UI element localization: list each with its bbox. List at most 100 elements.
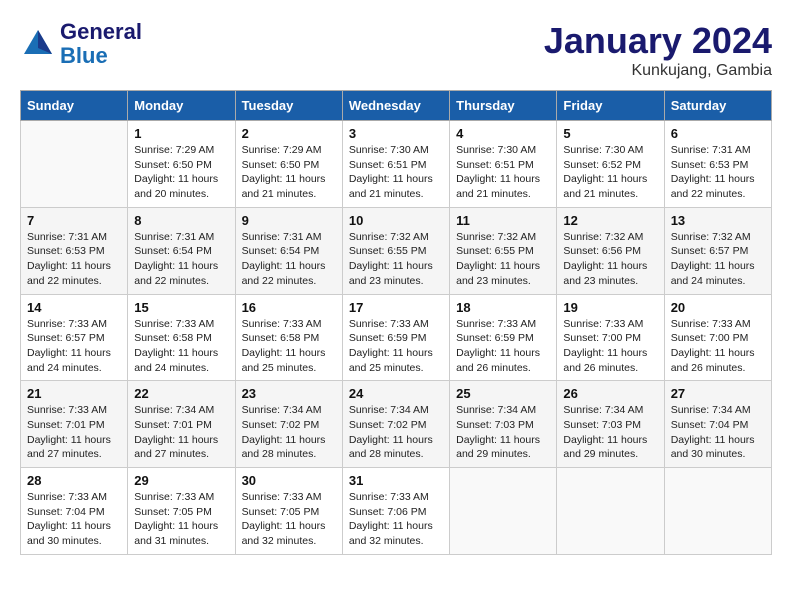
day-info: Sunrise: 7:30 AM Sunset: 6:52 PM Dayligh… [563,143,657,202]
calendar-cell: 4 Sunrise: 7:30 AM Sunset: 6:51 PM Daylig… [450,121,557,208]
day-number: 15 [134,300,228,315]
day-number: 12 [563,213,657,228]
day-info: Sunrise: 7:34 AM Sunset: 7:01 PM Dayligh… [134,403,228,462]
day-number: 30 [242,473,336,488]
calendar-cell: 18Sunrise: 7:33 AM Sunset: 6:59 PM Dayli… [450,294,557,381]
day-info: Sunrise: 7:33 AM Sunset: 6:58 PM Dayligh… [134,317,228,376]
day-info: Sunrise: 7:32 AM Sunset: 6:55 PM Dayligh… [349,230,443,289]
calendar-cell: 28Sunrise: 7:33 AM Sunset: 7:04 PM Dayli… [21,468,128,555]
logo-icon [20,26,56,62]
day-number: 21 [27,386,121,401]
day-number: 1 [134,126,228,141]
day-info: Sunrise: 7:34 AM Sunset: 7:04 PM Dayligh… [671,403,765,462]
calendar-cell: 31Sunrise: 7:33 AM Sunset: 7:06 PM Dayli… [342,468,449,555]
month-title: January 2024 [544,20,772,62]
day-number: 4 [456,126,550,141]
day-number: 23 [242,386,336,401]
calendar-cell: 3 Sunrise: 7:30 AM Sunset: 6:51 PM Daylig… [342,121,449,208]
weekday-header-tuesday: Tuesday [235,91,342,121]
calendar-cell [450,468,557,555]
weekday-header-wednesday: Wednesday [342,91,449,121]
day-number: 18 [456,300,550,315]
week-row-4: 21 Sunrise: 7:33 AM Sunset: 7:01 PM Dayli… [21,381,772,468]
weekday-header-saturday: Saturday [664,91,771,121]
calendar-table: SundayMondayTuesdayWednesdayThursdayFrid… [20,90,772,555]
day-info: Sunrise: 7:31 AM Sunset: 6:54 PM Dayligh… [242,230,336,289]
day-info: Sunrise: 7:33 AM Sunset: 7:00 PM Dayligh… [563,317,657,376]
day-info: Sunrise: 7:33 AM Sunset: 6:58 PM Dayligh… [242,317,336,376]
day-number: 3 [349,126,443,141]
calendar-cell: 8 Sunrise: 7:31 AM Sunset: 6:54 PM Daylig… [128,207,235,294]
logo-text-line2: Blue [60,44,142,68]
logo: General Blue [20,20,142,68]
calendar-cell [21,121,128,208]
day-info: Sunrise: 7:33 AM Sunset: 7:05 PM Dayligh… [242,490,336,549]
day-number: 11 [456,213,550,228]
day-number: 13 [671,213,765,228]
calendar-cell: 29Sunrise: 7:33 AM Sunset: 7:05 PM Dayli… [128,468,235,555]
day-info: Sunrise: 7:33 AM Sunset: 7:06 PM Dayligh… [349,490,443,549]
day-number: 20 [671,300,765,315]
day-number: 27 [671,386,765,401]
day-info: Sunrise: 7:32 AM Sunset: 6:57 PM Dayligh… [671,230,765,289]
day-number: 6 [671,126,765,141]
day-info: Sunrise: 7:33 AM Sunset: 7:01 PM Dayligh… [27,403,121,462]
day-number: 17 [349,300,443,315]
calendar-cell: 20 Sunrise: 7:33 AM Sunset: 7:00 PM Dayli… [664,294,771,381]
day-number: 26 [563,386,657,401]
calendar-header: SundayMondayTuesdayWednesdayThursdayFrid… [21,91,772,121]
calendar-cell: 6 Sunrise: 7:31 AM Sunset: 6:53 PM Daylig… [664,121,771,208]
day-info: Sunrise: 7:32 AM Sunset: 6:55 PM Dayligh… [456,230,550,289]
day-info: Sunrise: 7:30 AM Sunset: 6:51 PM Dayligh… [456,143,550,202]
week-row-5: 28Sunrise: 7:33 AM Sunset: 7:04 PM Dayli… [21,468,772,555]
day-info: Sunrise: 7:29 AM Sunset: 6:50 PM Dayligh… [134,143,228,202]
calendar-cell: 2Sunrise: 7:29 AM Sunset: 6:50 PM Daylig… [235,121,342,208]
day-info: Sunrise: 7:31 AM Sunset: 6:53 PM Dayligh… [27,230,121,289]
calendar-cell: 11 Sunrise: 7:32 AM Sunset: 6:55 PM Dayli… [450,207,557,294]
calendar-cell: 7 Sunrise: 7:31 AM Sunset: 6:53 PM Daylig… [21,207,128,294]
calendar-body: 1 Sunrise: 7:29 AM Sunset: 6:50 PM Daylig… [21,121,772,555]
title-block: January 2024 Kunkujang, Gambia [544,20,772,80]
day-number: 29 [134,473,228,488]
week-row-1: 1 Sunrise: 7:29 AM Sunset: 6:50 PM Daylig… [21,121,772,208]
day-info: Sunrise: 7:31 AM Sunset: 6:53 PM Dayligh… [671,143,765,202]
day-number: 7 [27,213,121,228]
day-info: Sunrise: 7:34 AM Sunset: 7:03 PM Dayligh… [563,403,657,462]
day-info: Sunrise: 7:34 AM Sunset: 7:02 PM Dayligh… [242,403,336,462]
day-info: Sunrise: 7:33 AM Sunset: 6:59 PM Dayligh… [349,317,443,376]
day-info: Sunrise: 7:33 AM Sunset: 7:00 PM Dayligh… [671,317,765,376]
day-number: 16 [242,300,336,315]
weekday-row: SundayMondayTuesdayWednesdayThursdayFrid… [21,91,772,121]
day-info: Sunrise: 7:34 AM Sunset: 7:03 PM Dayligh… [456,403,550,462]
day-number: 24 [349,386,443,401]
day-info: Sunrise: 7:29 AM Sunset: 6:50 PM Dayligh… [242,143,336,202]
calendar-cell: 5 Sunrise: 7:30 AM Sunset: 6:52 PM Daylig… [557,121,664,208]
day-number: 8 [134,213,228,228]
calendar-cell: 24Sunrise: 7:34 AM Sunset: 7:02 PM Dayli… [342,381,449,468]
calendar-cell: 19Sunrise: 7:33 AM Sunset: 7:00 PM Dayli… [557,294,664,381]
calendar-cell: 26 Sunrise: 7:34 AM Sunset: 7:03 PM Dayli… [557,381,664,468]
day-info: Sunrise: 7:33 AM Sunset: 6:57 PM Dayligh… [27,317,121,376]
day-info: Sunrise: 7:31 AM Sunset: 6:54 PM Dayligh… [134,230,228,289]
day-number: 10 [349,213,443,228]
calendar-cell: 17 Sunrise: 7:33 AM Sunset: 6:59 PM Dayli… [342,294,449,381]
calendar-cell: 22Sunrise: 7:34 AM Sunset: 7:01 PM Dayli… [128,381,235,468]
calendar-cell: 9 Sunrise: 7:31 AM Sunset: 6:54 PM Daylig… [235,207,342,294]
day-number: 28 [27,473,121,488]
calendar-cell: 13 Sunrise: 7:32 AM Sunset: 6:57 PM Dayli… [664,207,771,294]
weekday-header-thursday: Thursday [450,91,557,121]
calendar-cell: 16 Sunrise: 7:33 AM Sunset: 6:58 PM Dayli… [235,294,342,381]
week-row-2: 7 Sunrise: 7:31 AM Sunset: 6:53 PM Daylig… [21,207,772,294]
calendar-cell [557,468,664,555]
logo-text-line1: General [60,20,142,44]
calendar-cell: 15 Sunrise: 7:33 AM Sunset: 6:58 PM Dayli… [128,294,235,381]
day-number: 9 [242,213,336,228]
calendar-cell: 30 Sunrise: 7:33 AM Sunset: 7:05 PM Dayli… [235,468,342,555]
day-info: Sunrise: 7:32 AM Sunset: 6:56 PM Dayligh… [563,230,657,289]
calendar-cell: 25Sunrise: 7:34 AM Sunset: 7:03 PM Dayli… [450,381,557,468]
calendar-cell [664,468,771,555]
day-info: Sunrise: 7:30 AM Sunset: 6:51 PM Dayligh… [349,143,443,202]
day-number: 5 [563,126,657,141]
weekday-header-friday: Friday [557,91,664,121]
calendar-cell: 14Sunrise: 7:33 AM Sunset: 6:57 PM Dayli… [21,294,128,381]
